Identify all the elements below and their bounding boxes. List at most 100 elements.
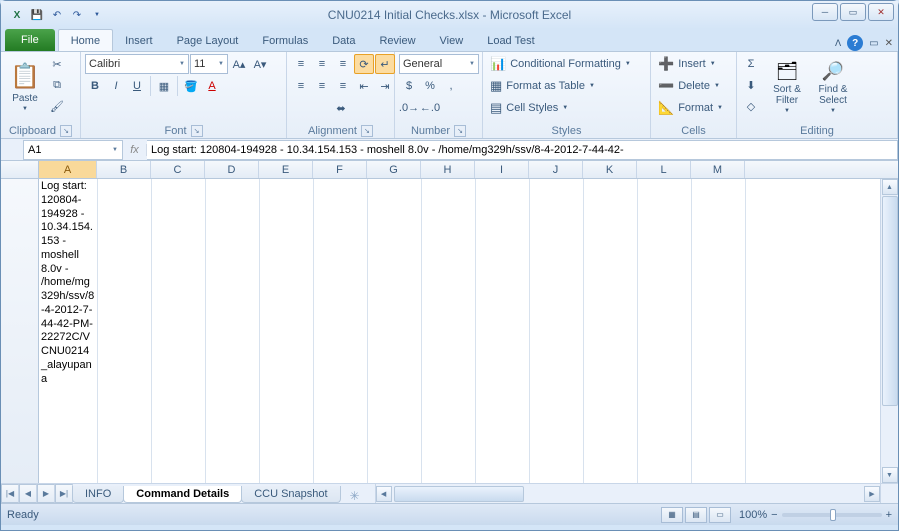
col-header-D[interactable]: D [205, 161, 259, 178]
tab-load-test[interactable]: Load Test [475, 31, 547, 51]
zoom-level[interactable]: 100% [739, 509, 767, 521]
row-headers[interactable] [1, 179, 39, 503]
italic-button[interactable]: I [106, 76, 126, 96]
format-painter-button[interactable]: 🖌 [47, 96, 67, 116]
minimize-ribbon-icon[interactable]: ᐱ [835, 38, 841, 49]
col-header-G[interactable]: G [367, 161, 421, 178]
increase-decimal-button[interactable]: .0→ [399, 98, 419, 118]
currency-button[interactable]: $ [399, 76, 419, 96]
zoom-slider-knob[interactable] [830, 509, 836, 521]
scroll-right-button[interactable]: ▶ [864, 486, 880, 502]
scroll-left-button[interactable]: ◀ [376, 486, 392, 502]
col-header-E[interactable]: E [259, 161, 313, 178]
clipboard-launcher[interactable]: ↘ [60, 125, 72, 137]
format-cells-button[interactable]: 📐Format▼ [655, 98, 726, 118]
scroll-down-button[interactable]: ▼ [882, 467, 898, 483]
redo-icon[interactable]: ↷ [69, 7, 85, 23]
undo-icon[interactable]: ↶ [49, 7, 65, 23]
tab-file[interactable]: File [5, 29, 55, 51]
fill-button[interactable]: ⬇ [741, 75, 761, 95]
save-icon[interactable]: 💾 [29, 7, 45, 23]
orientation-button[interactable]: ⟳ [354, 54, 374, 74]
increase-font-button[interactable]: A▴ [229, 54, 249, 74]
tab-data[interactable]: Data [320, 31, 367, 51]
font-launcher[interactable]: ↘ [191, 125, 203, 137]
scroll-up-button[interactable]: ▲ [882, 179, 898, 195]
autosum-button[interactable]: Σ [741, 54, 761, 74]
window-restore-icon[interactable]: ▭ [869, 38, 878, 49]
align-right-button[interactable]: ≡ [333, 76, 353, 96]
close-button[interactable]: ✕ [868, 3, 894, 21]
wrap-text-button[interactable]: ↵ [375, 54, 395, 74]
new-sheet-button[interactable]: ✳ [341, 489, 369, 503]
paste-button[interactable]: 📋 Paste ▼ [5, 54, 45, 120]
tab-page-layout[interactable]: Page Layout [165, 31, 251, 51]
alignment-launcher[interactable]: ↘ [361, 125, 373, 137]
fill-color-button[interactable]: 🪣 [181, 76, 201, 96]
minimize-button[interactable]: ─ [812, 3, 838, 21]
format-as-table-button[interactable]: ▦Format as Table▼ [487, 76, 598, 96]
delete-cells-button[interactable]: ➖Delete▼ [655, 76, 723, 96]
spreadsheet-grid[interactable]: A B C D E F G H I J K L M Log start: 120… [1, 161, 898, 503]
decrease-font-button[interactable]: A▾ [250, 54, 270, 74]
qat-dropdown-icon[interactable]: ▼ [89, 7, 105, 23]
col-header-A[interactable]: A [39, 161, 97, 178]
clear-button[interactable]: ◇ [741, 96, 761, 116]
sheet-tab-command-details[interactable]: Command Details [123, 486, 242, 503]
sheet-nav-last[interactable]: ▶| [55, 484, 73, 503]
name-box[interactable]: A1▼ [23, 140, 123, 160]
align-top-button[interactable]: ≡ [291, 54, 311, 74]
sheet-tab-ccu-snapshot[interactable]: CCU Snapshot [241, 486, 340, 503]
increase-indent-button[interactable]: ⇥ [375, 76, 395, 96]
sheet-nav-next[interactable]: ▶ [37, 484, 55, 503]
font-color-button[interactable]: A [202, 76, 222, 96]
cut-button[interactable]: ✂ [47, 54, 67, 74]
col-header-L[interactable]: L [637, 161, 691, 178]
maximize-button[interactable]: ▭ [840, 3, 866, 21]
col-header-B[interactable]: B [97, 161, 151, 178]
view-pagelayout-button[interactable]: ▤ [685, 507, 707, 523]
copy-button[interactable]: ⧉ [47, 75, 67, 95]
align-center-button[interactable]: ≡ [312, 76, 332, 96]
tab-review[interactable]: Review [367, 31, 427, 51]
find-select-button[interactable]: 🔎 Find & Select ▼ [811, 54, 855, 120]
font-name-combo[interactable]: Calibri▼ [85, 54, 189, 74]
underline-button[interactable]: U [127, 76, 147, 96]
conditional-formatting-button[interactable]: 📊Conditional Formatting▼ [487, 54, 634, 74]
decrease-indent-button[interactable]: ⇤ [354, 76, 374, 96]
align-left-button[interactable]: ≡ [291, 76, 311, 96]
bold-button[interactable]: B [85, 76, 105, 96]
merge-center-button[interactable]: ⬌ [291, 98, 391, 118]
sheet-tab-info[interactable]: INFO [72, 486, 124, 503]
horizontal-scrollbar[interactable]: ◀ ▶ [375, 484, 880, 503]
number-launcher[interactable]: ↘ [454, 125, 466, 137]
sort-filter-button[interactable]: 🗂 Sort & Filter ▼ [765, 54, 809, 120]
hscroll-thumb[interactable] [394, 486, 524, 502]
col-header-F[interactable]: F [313, 161, 367, 178]
view-normal-button[interactable]: ▦ [661, 507, 683, 523]
tab-insert[interactable]: Insert [113, 31, 165, 51]
col-header-C[interactable]: C [151, 161, 205, 178]
vscroll-thumb[interactable] [882, 196, 898, 406]
formula-input[interactable]: Log start: 120804-194928 - 10.34.154.153… [147, 140, 898, 160]
decrease-decimal-button[interactable]: ←.0 [420, 98, 440, 118]
zoom-in-button[interactable]: + [886, 509, 892, 521]
col-header-K[interactable]: K [583, 161, 637, 178]
tab-home[interactable]: Home [58, 29, 113, 51]
zoom-out-button[interactable]: − [771, 509, 777, 521]
col-header-I[interactable]: I [475, 161, 529, 178]
fx-button[interactable]: fx [123, 144, 147, 156]
tab-formulas[interactable]: Formulas [250, 31, 320, 51]
window-close-icon[interactable]: ✕ [885, 38, 893, 49]
view-pagebreak-button[interactable]: ▭ [709, 507, 731, 523]
align-middle-button[interactable]: ≡ [312, 54, 332, 74]
zoom-slider[interactable] [782, 513, 882, 517]
select-all-corner[interactable] [1, 161, 39, 178]
percent-button[interactable]: % [420, 76, 440, 96]
col-header-J[interactable]: J [529, 161, 583, 178]
help-icon[interactable]: ? [847, 35, 863, 51]
vertical-scrollbar[interactable]: ▲ ▼ [880, 179, 898, 483]
border-button[interactable]: ▦ [154, 76, 174, 96]
font-size-combo[interactable]: 11▼ [190, 54, 228, 74]
tab-view[interactable]: View [428, 31, 476, 51]
